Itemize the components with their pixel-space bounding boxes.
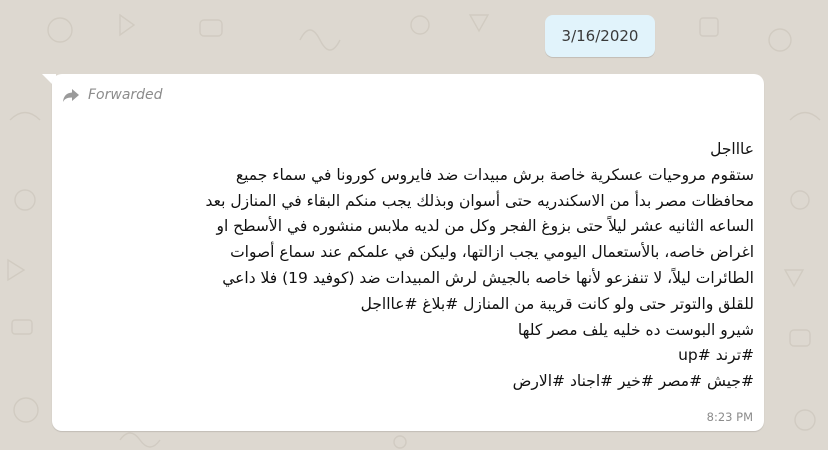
message-line: للقلق والتوتر حتى ولو كانت قريبة من المن… bbox=[360, 294, 754, 313]
message-timestamp: 8:23 PM bbox=[706, 410, 753, 424]
message-text: عاااجل ستقوم مروحيات عسكرية خاصة برش مبي… bbox=[64, 137, 754, 395]
message-line: محافظات مصر بدأ من الاسكندريه حتى أسوان … bbox=[205, 191, 754, 210]
message-line: شيرو البوست ده خليه يلف مصر كلها bbox=[517, 320, 754, 339]
date-chip: 3/16/2020 bbox=[545, 15, 655, 57]
message-line: #ترند #up bbox=[678, 346, 754, 365]
forwarded-indicator: Forwarded bbox=[62, 84, 163, 106]
forward-arrow-icon bbox=[63, 89, 79, 102]
message-line: ستقوم مروحيات عسكرية خاصة برش مبيدات ضد … bbox=[235, 165, 754, 184]
message-line: الطائرات ليلاً، لا تنفزعو لأنها خاصه بال… bbox=[222, 268, 754, 287]
message-line: عاااجل bbox=[710, 140, 754, 158]
message-line: اغراض خاصه، بالأستعمال اليومي يجب ازالته… bbox=[230, 243, 754, 262]
forwarded-label: Forwarded bbox=[88, 87, 163, 103]
message-line: #جيش #مصر #خير #اجناد #الارض bbox=[512, 372, 754, 391]
message-line: الساعه الثانيه عشر ليلاً حتى بزوغ الفجر … bbox=[216, 217, 754, 236]
message-bubble[interactable]: Forwarded عاااجل ستقوم مروحيات عسكرية خا… bbox=[52, 74, 764, 431]
